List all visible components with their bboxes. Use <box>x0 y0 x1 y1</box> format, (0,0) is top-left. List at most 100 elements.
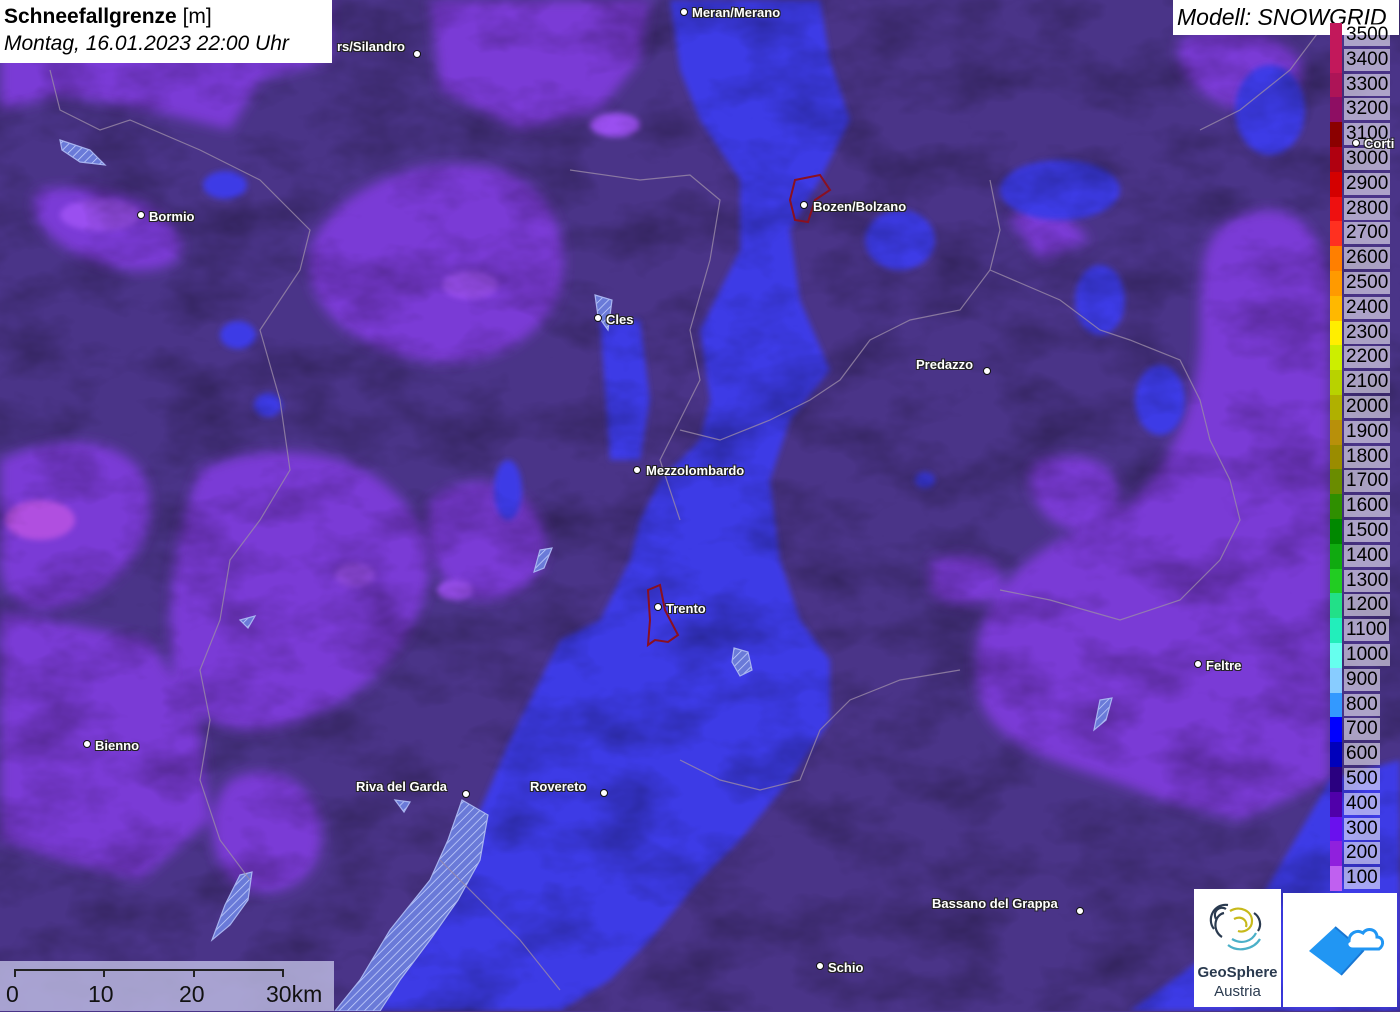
city-label[interactable]: rs/Silandro <box>337 39 405 54</box>
legend-swatch <box>1330 320 1342 346</box>
legend-swatch <box>1330 593 1342 619</box>
scale-bar: 0 10 20 30km <box>0 961 334 1011</box>
legend-row: 1100 <box>1328 618 1400 643</box>
legend-swatch <box>1330 816 1342 842</box>
legend-row: 400 <box>1328 791 1400 817</box>
legend-label: 3500 <box>1344 24 1391 46</box>
legend-label: 300 <box>1344 817 1380 840</box>
scale-tick <box>282 969 284 977</box>
city-marker[interactable] <box>1076 907 1084 915</box>
legend-row: 1900 <box>1328 419 1400 445</box>
city-marker[interactable] <box>594 314 602 322</box>
legend-label: 2600 <box>1344 247 1391 270</box>
legend-label: 3400 <box>1344 48 1391 71</box>
city-label[interactable]: Trento <box>666 601 706 616</box>
legend-swatch <box>1330 494 1342 519</box>
scale-label-0: 0 <box>6 981 19 1007</box>
city-label[interactable]: Corti <box>1364 136 1394 151</box>
weather-app-logo[interactable] <box>1283 893 1397 1007</box>
city-label[interactable]: Mezzolombardo <box>646 463 744 478</box>
legend-label: 1700 <box>1344 470 1391 493</box>
legend-row: 500 <box>1328 766 1400 792</box>
legend-label: 200 <box>1344 842 1380 865</box>
scale-tick <box>193 969 195 977</box>
legend-row: 2600 <box>1328 246 1400 271</box>
legend-label: 1800 <box>1344 445 1391 468</box>
legend-label: 800 <box>1344 693 1380 716</box>
city-marker[interactable] <box>680 8 688 16</box>
legend-label: 3000 <box>1344 147 1391 170</box>
legend-swatch <box>1330 370 1342 395</box>
city-label[interactable]: Bozen/Bolzano <box>813 199 906 214</box>
city-marker[interactable] <box>633 466 641 474</box>
city-marker[interactable] <box>654 603 662 611</box>
legend-swatch <box>1330 23 1342 48</box>
city-label[interactable]: Schio <box>828 960 863 975</box>
legend-swatch <box>1330 146 1342 172</box>
legend-row: 2400 <box>1328 295 1400 321</box>
legend-label: 1500 <box>1344 519 1391 542</box>
legend-swatch <box>1330 667 1342 693</box>
legend-swatch <box>1330 791 1342 817</box>
city-marker[interactable] <box>816 962 824 970</box>
geosphere-logo[interactable]: GeoSphere Austria <box>1194 889 1281 1007</box>
city-label[interactable]: Feltre <box>1206 658 1241 673</box>
city-marker[interactable] <box>137 211 145 219</box>
city-marker[interactable] <box>983 367 991 375</box>
scale-label-10: 10 <box>88 981 114 1007</box>
terrain-relief <box>0 0 1400 1011</box>
legend-row: 1400 <box>1328 543 1400 569</box>
city-label[interactable]: Predazzo <box>916 357 973 372</box>
legend-row: 800 <box>1328 692 1400 718</box>
city-marker[interactable] <box>83 740 91 748</box>
legend-swatch <box>1330 196 1342 222</box>
geosphere-name: GeoSphere <box>1197 964 1278 981</box>
city-label[interactable]: Bormio <box>149 209 195 224</box>
city-marker[interactable] <box>1352 139 1360 147</box>
legend-label: 1300 <box>1344 569 1391 592</box>
legend-label: 1400 <box>1344 544 1391 567</box>
city-label[interactable]: Meran/Merano <box>692 5 780 20</box>
legend-swatch <box>1330 419 1342 445</box>
legend-row: 300 <box>1328 816 1400 842</box>
map-title: Schneefallgrenze <box>4 5 177 28</box>
legend-row: 2100 <box>1328 370 1400 395</box>
city-label[interactable]: Bassano del Grappa <box>932 896 1058 911</box>
city-label[interactable]: Riva del Garda <box>356 779 447 794</box>
city-label[interactable]: Cles <box>606 312 633 327</box>
legend-swatch <box>1330 171 1342 197</box>
city-marker[interactable] <box>600 789 608 797</box>
map-datetime: Montag, 16.01.2023 22:00 Uhr <box>4 32 289 55</box>
legend-row: 2700 <box>1328 221 1400 247</box>
snowfall-map[interactable] <box>0 0 1400 1011</box>
legend-row: 2900 <box>1328 171 1400 197</box>
legend-label: 2700 <box>1344 222 1391 245</box>
city-label[interactable]: Bienno <box>95 738 139 753</box>
legend-swatch <box>1330 47 1342 73</box>
legend-label: 3300 <box>1344 73 1391 96</box>
legend-swatch <box>1330 345 1342 371</box>
legend-swatch <box>1330 469 1342 495</box>
legend-swatch <box>1330 568 1342 594</box>
legend-row: 1600 <box>1328 494 1400 519</box>
city-marker[interactable] <box>1194 660 1202 668</box>
scale-tick <box>14 969 16 977</box>
legend-label: 1200 <box>1344 594 1391 617</box>
legend-row: 900 <box>1328 667 1400 693</box>
legend-swatch <box>1330 618 1342 643</box>
legend-label: 2800 <box>1344 197 1391 220</box>
legend-label: 600 <box>1344 743 1380 766</box>
legend-label: 2300 <box>1344 321 1391 344</box>
legend-swatch <box>1330 444 1342 470</box>
legend-label: 1900 <box>1344 420 1391 443</box>
legend-swatch <box>1330 742 1342 767</box>
legend-label: 2200 <box>1344 346 1391 369</box>
legend-row: 1500 <box>1328 518 1400 544</box>
map-unit: [m] <box>182 5 212 28</box>
city-marker[interactable] <box>413 50 421 58</box>
city-label[interactable]: Rovereto <box>530 779 586 794</box>
city-marker[interactable] <box>462 790 470 798</box>
city-marker[interactable] <box>800 201 808 209</box>
cloud-diamond-icon <box>1309 926 1385 976</box>
legend-label: 1600 <box>1344 495 1391 518</box>
